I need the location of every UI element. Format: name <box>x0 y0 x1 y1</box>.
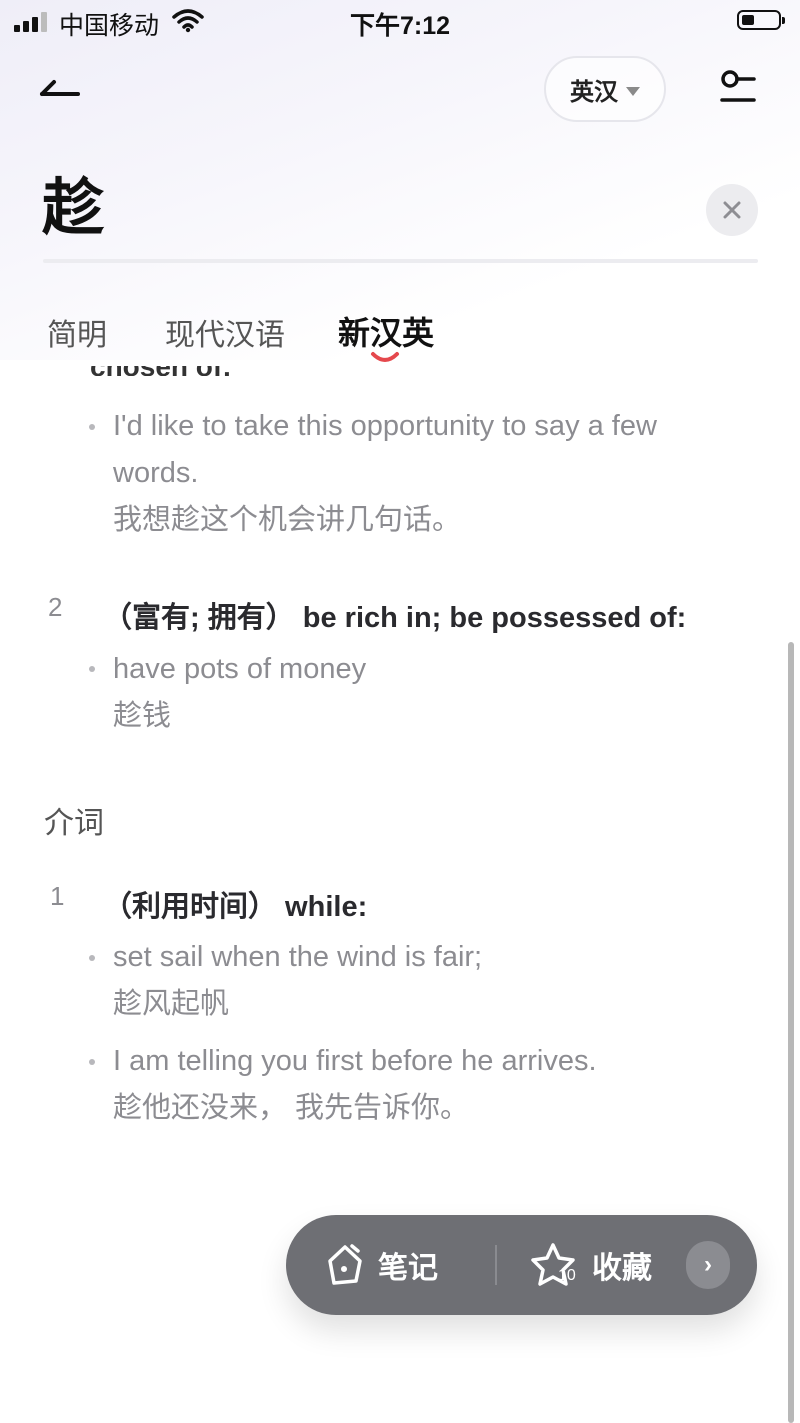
action-bar-divider <box>495 1245 497 1285</box>
status-bar: 中国移动 下午7:12 <box>0 0 800 46</box>
example-zh: 我想趁这个机会讲几句话。 <box>113 504 462 536</box>
example-en-cont: words. <box>113 457 199 489</box>
favorite-label: 收藏 <box>592 1252 652 1285</box>
sense-number: 2 <box>48 592 63 622</box>
part-of-speech-label: 介词 <box>44 807 104 840</box>
status-time: 下午7:12 <box>349 12 451 40</box>
sense-number: 1 <box>50 881 65 911</box>
example-zh: 趁风起帆 <box>113 988 230 1020</box>
sliders-icon <box>720 70 756 102</box>
example-en: set sail when the wind is fair; <box>113 941 483 973</box>
example-zh: 趁他还没来， 我先告诉你。 <box>113 1092 470 1124</box>
favorite-count: 10 <box>558 1267 576 1284</box>
tab-jianming[interactable]: 简明 <box>47 310 107 354</box>
expand-button[interactable]: › <box>686 1241 730 1289</box>
example-bullet <box>89 955 95 961</box>
headword: 趁 <box>42 171 105 244</box>
sense-definition: （利用时间） while: <box>103 891 368 923</box>
example-en: have pots of money <box>113 653 367 685</box>
example-bullet <box>89 424 95 430</box>
back-button[interactable] <box>36 70 86 110</box>
example-bullet <box>89 1059 95 1065</box>
note-button[interactable]: 笔记 <box>326 1215 438 1315</box>
note-label: 笔记 <box>378 1252 438 1285</box>
floating-action-bar: 笔记 收藏 10 › <box>286 1215 757 1315</box>
clipped-definition: chosen of: <box>90 360 232 376</box>
clear-button[interactable] <box>706 184 758 236</box>
example-en: I'd like to take this opportunity to say… <box>113 410 657 442</box>
example-zh: 趁钱 <box>113 700 172 732</box>
back-arrow-icon <box>40 80 80 96</box>
caret-down-icon <box>626 86 640 96</box>
settings-button[interactable] <box>716 68 760 108</box>
favorite-button[interactable]: 收藏 <box>528 1215 652 1315</box>
search-divider <box>43 259 758 263</box>
tab-modern-chinese[interactable]: 现代汉语 <box>165 310 285 354</box>
example-en: I am telling you first before he arrives… <box>113 1045 597 1077</box>
tab-new-chinese-english[interactable]: 新汉英 <box>338 308 434 354</box>
dictionary-selector-label: 英汉 <box>570 78 618 106</box>
dictionary-selector[interactable]: 英汉 <box>544 56 666 122</box>
example-bullet <box>89 666 95 672</box>
scrollbar[interactable] <box>788 642 794 1423</box>
close-icon <box>723 201 741 219</box>
note-pen-icon <box>328 1244 362 1285</box>
battery-icon <box>737 10 785 30</box>
sense-definition: （富有; 拥有） be rich in; be possessed of: <box>103 602 687 634</box>
header-background <box>0 0 800 360</box>
